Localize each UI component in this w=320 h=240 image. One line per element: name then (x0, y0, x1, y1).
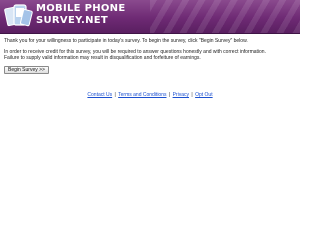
intro-line-failure: Failure to supply valid information may … (4, 55, 201, 62)
privacy-link[interactable]: Privacy (173, 92, 189, 98)
logo-title: MOBILE PHONE (36, 3, 126, 14)
logo-domain: SURVEY.NET (36, 15, 108, 26)
begin-survey-button[interactable]: Begin Survey >> (4, 66, 49, 74)
intro-line-thanks: Thank you for your willingness to partic… (4, 38, 248, 44)
footer-separator: | (114, 92, 116, 98)
phone-logo-icon (4, 4, 33, 27)
contact-us-link[interactable]: Contact Us (87, 92, 112, 98)
footer-links: Contact Us | Terms and Conditions | Priv… (0, 92, 300, 98)
site-logo[interactable]: MOBILE PHONE SURVEY.NET (36, 4, 125, 26)
opt-out-link[interactable]: Opt Out (195, 92, 213, 98)
terms-link[interactable]: Terms and Conditions (118, 92, 166, 98)
header-decoration (150, 0, 300, 33)
footer-separator: | (191, 92, 193, 98)
site-header: MOBILE PHONE SURVEY.NET (0, 0, 300, 34)
footer-separator: | (168, 92, 171, 98)
intro-text: Thank you for your willingness to partic… (4, 38, 296, 62)
